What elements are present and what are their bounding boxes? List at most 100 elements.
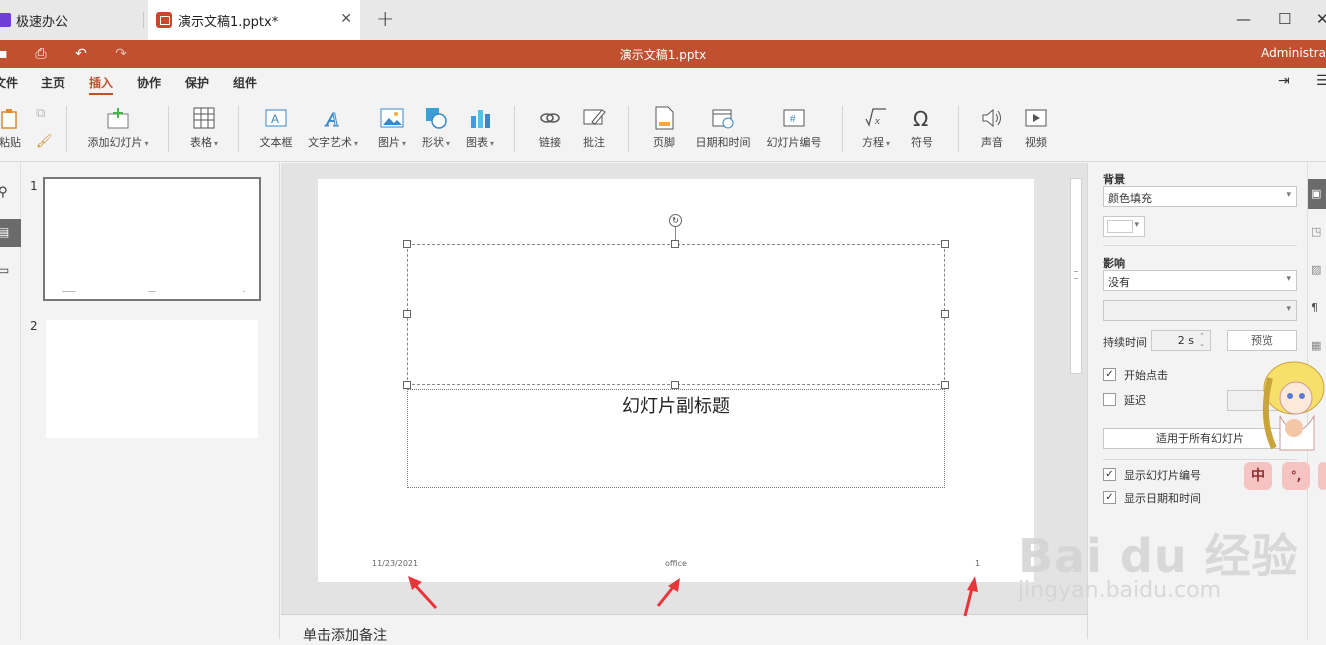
audio-button[interactable]: 声音 xyxy=(976,106,1008,150)
omega-symbol-icon: Ω xyxy=(910,106,934,131)
comments-icon[interactable]: ▭ xyxy=(0,263,9,277)
ribbon-separator xyxy=(66,106,67,152)
subtitle-placeholder[interactable]: 幻灯片副标题 xyxy=(407,389,945,488)
add-slide-button[interactable]: 添加幻灯片 ▾ xyxy=(80,106,156,150)
image-button[interactable]: 图片 ▾ xyxy=(372,106,412,150)
resize-handle[interactable] xyxy=(403,381,411,389)
video-button[interactable]: 视频 xyxy=(1020,106,1052,150)
show-datetime-label: 显示日期和时间 xyxy=(1124,492,1201,505)
resize-handle[interactable] xyxy=(671,240,679,248)
footer-button[interactable]: 页脚 xyxy=(646,106,682,150)
wordart-label: 文字艺术 xyxy=(307,136,352,149)
chart-button[interactable]: 图表 ▾ xyxy=(462,106,498,150)
paste-button[interactable]: 粘贴 xyxy=(0,106,24,150)
resize-handle[interactable] xyxy=(941,381,949,389)
ime-chinese-indicator[interactable]: 中 xyxy=(1244,462,1272,490)
menu-plugins[interactable]: 组件 xyxy=(233,74,257,91)
maximize-button[interactable]: ☐ xyxy=(1278,10,1291,28)
rotate-handle-icon[interactable]: ↻ xyxy=(669,214,682,227)
shape-button[interactable]: 形状 ▾ xyxy=(418,106,454,150)
ribbon-separator xyxy=(628,106,629,152)
link-button[interactable]: 链接 xyxy=(532,106,568,150)
left-tool-strip: ⚲ ▤ ▭ xyxy=(0,163,21,639)
ribbon-separator xyxy=(958,106,959,152)
chevron-down-icon: ▾ xyxy=(1286,304,1291,314)
resize-handle[interactable] xyxy=(941,240,949,248)
symbol-label: 符号 xyxy=(911,136,933,149)
resize-handle[interactable] xyxy=(671,381,679,389)
slide-settings-icon: ▣ xyxy=(1311,187,1322,200)
footer-slide-number[interactable]: 1 xyxy=(975,559,980,568)
paragraph-settings-icon[interactable]: ¶ xyxy=(1311,301,1318,314)
slide[interactable]: ↻ 幻灯片副标题 11/23/2021 office 1 xyxy=(318,179,1034,582)
start-on-click-checkbox[interactable]: ✓ xyxy=(1103,368,1116,381)
duration-input[interactable]: 2 s ⌃ ⌄ xyxy=(1151,330,1211,351)
paste-icon xyxy=(0,106,22,130)
vertical-scrollbar[interactable] xyxy=(1070,178,1082,374)
title-placeholder[interactable] xyxy=(407,244,945,385)
new-tab-button[interactable]: + xyxy=(376,7,394,32)
start-on-click-label: 开始点击 xyxy=(1124,369,1168,382)
video-label: 视频 xyxy=(1025,136,1047,149)
resize-handle[interactable] xyxy=(941,310,949,318)
comment-button[interactable]: 批注 xyxy=(576,106,612,150)
shape-settings-icon[interactable]: ◳ xyxy=(1311,225,1321,238)
menu-file[interactable]: 文件 xyxy=(0,74,18,91)
tab-separator xyxy=(143,12,144,28)
resize-handle[interactable] xyxy=(403,240,411,248)
menu-bar: 文件 主页 插入 协作 保护 组件 ⇥ ☰ xyxy=(0,68,1326,96)
background-color-picker[interactable]: ▾ xyxy=(1103,216,1145,237)
show-slide-number-checkbox[interactable]: ✓ xyxy=(1103,468,1116,481)
effect-option-select[interactable]: ▾ xyxy=(1103,300,1297,321)
svg-text:#: # xyxy=(790,114,796,125)
ime-extra-indicator[interactable] xyxy=(1318,462,1326,490)
thumbnail-number: 2 xyxy=(30,319,38,333)
close-window-button[interactable]: ✕ xyxy=(1316,10,1326,28)
resize-handle[interactable] xyxy=(403,310,411,318)
ime-punctuation-indicator[interactable]: °, xyxy=(1282,462,1310,490)
textbox-button[interactable]: A 文本框 xyxy=(256,106,296,150)
datetime-button[interactable]: 日期和时间 xyxy=(692,106,754,150)
paste-label: 粘贴 xyxy=(0,136,21,149)
document-title: 演示文稿1.pptx xyxy=(619,48,707,62)
preview-button[interactable]: 预览 xyxy=(1227,330,1297,351)
slide-thumbnail[interactable] xyxy=(46,320,258,438)
textbox-icon: A xyxy=(264,106,288,130)
search-icon[interactable]: ⚲ xyxy=(0,185,8,200)
menu-collaborate[interactable]: 协作 xyxy=(137,74,161,91)
footer-text[interactable]: office xyxy=(665,559,687,568)
user-name[interactable]: Administrato xyxy=(1261,46,1326,60)
slide-thumbnail[interactable] xyxy=(43,177,261,301)
menu-insert[interactable]: 插入 xyxy=(89,74,113,91)
minimize-button[interactable]: — xyxy=(1236,10,1251,28)
format-painter-icon[interactable]: 🖌 xyxy=(36,134,53,149)
background-type-select[interactable]: 颜色填充 ▾ xyxy=(1103,186,1297,207)
footer-date[interactable]: 11/23/2021 xyxy=(372,559,418,568)
tab-home[interactable]: 极速办公 xyxy=(0,0,146,40)
hamburger-menu-icon[interactable]: ☰ xyxy=(1316,73,1326,89)
equation-button[interactable]: x 方程 ▾ xyxy=(856,106,896,150)
footer-label: 页脚 xyxy=(653,136,675,149)
open-location-icon[interactable]: ⇥ xyxy=(1278,73,1290,89)
transition-effect-select[interactable]: 没有 ▾ xyxy=(1103,270,1297,291)
table-settings-icon[interactable]: ▦ xyxy=(1311,339,1321,352)
menu-protect[interactable]: 保护 xyxy=(185,74,209,91)
menu-home[interactable]: 主页 xyxy=(41,74,65,91)
section-divider xyxy=(1103,245,1297,246)
symbol-button[interactable]: Ω 符号 xyxy=(906,106,938,150)
show-datetime-checkbox[interactable]: ✓ xyxy=(1103,491,1116,504)
slide-thumbnails-panel: 1 2 xyxy=(22,163,280,639)
delay-checkbox[interactable] xyxy=(1103,393,1116,406)
tab-close-icon[interactable]: ✕ xyxy=(340,11,352,27)
subtitle-text: 幻灯片副标题 xyxy=(622,396,730,417)
slides-icon: ▤ xyxy=(0,225,10,239)
duration-value: 2 s xyxy=(1177,334,1194,347)
slide-number-button[interactable]: # 幻灯片编号 xyxy=(762,106,826,150)
image-settings-icon[interactable]: ▨ xyxy=(1311,263,1321,276)
copy-icon[interactable]: ⧉ xyxy=(36,106,45,121)
speaker-icon xyxy=(980,106,1004,130)
wordart-button[interactable]: A 文字艺术 ▾ xyxy=(306,106,360,150)
table-button[interactable]: 表格 ▾ xyxy=(184,106,224,150)
svg-text:A: A xyxy=(324,109,339,130)
tab-document[interactable]: 演示文稿1.pptx* ✕ xyxy=(148,0,360,40)
